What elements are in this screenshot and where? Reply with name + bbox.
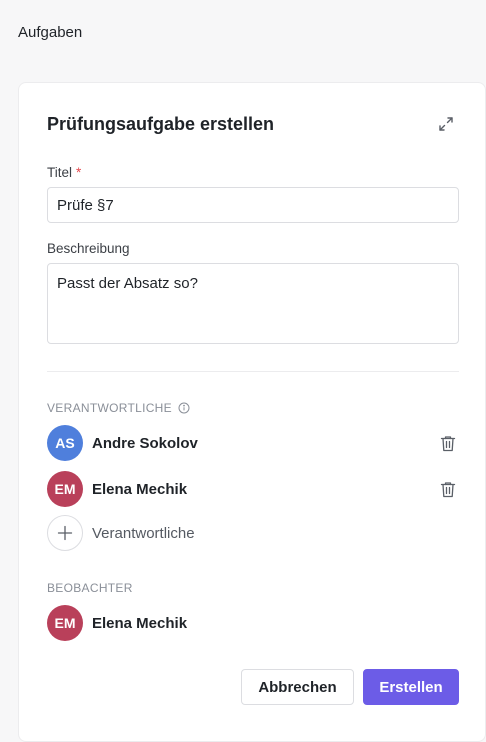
description-input[interactable]: Passt der Absatz so?	[47, 263, 459, 344]
expand-arrows-icon	[439, 117, 453, 131]
description-label: Beschreibung	[47, 241, 130, 256]
assignee-name: Elena Mechik	[92, 480, 188, 498]
observer-row: EM Elena Mechik	[47, 605, 459, 641]
add-assignee-label[interactable]: Verantwortliche	[92, 525, 195, 542]
dialog-title: Prüfungsaufgabe erstellen	[47, 114, 275, 134]
title-label-text: Titel	[47, 165, 73, 180]
create-button[interactable]: Erstellen	[363, 669, 459, 705]
observer-name: Elena Mechik	[92, 614, 188, 632]
assignee-name: Andre Sokolov	[92, 434, 198, 452]
avatar: EM	[47, 471, 83, 507]
page-heading: Aufgaben	[18, 24, 83, 41]
observers-section-label: BEOBACHTER	[47, 581, 133, 595]
assignees-section-label: VERANTWORTLICHE	[47, 401, 172, 415]
avatar: AS	[47, 425, 83, 461]
required-marker: *	[76, 165, 82, 180]
remove-assignee-button[interactable]	[437, 478, 459, 500]
add-assignee-row[interactable]: Verantwortliche	[47, 515, 459, 551]
assignees-section-title: VERANTWORTLICHE	[47, 401, 190, 415]
remove-assignee-button[interactable]	[437, 432, 459, 454]
trash-icon	[440, 435, 456, 451]
title-label: Titel *	[47, 165, 81, 180]
cancel-button[interactable]: Abbrechen	[241, 669, 354, 705]
section-divider	[47, 371, 459, 372]
assignee-row: AS Andre Sokolov	[47, 425, 459, 461]
create-task-dialog: Prüfungsaufgabe erstellen Titel* Beschre…	[18, 82, 486, 742]
observers-section-title: BEOBACHTER	[47, 581, 133, 595]
trash-icon	[440, 481, 456, 497]
plus-icon	[57, 525, 73, 541]
info-icon[interactable]	[178, 402, 190, 414]
title-input[interactable]	[47, 187, 459, 223]
add-assignee-button[interactable]	[47, 515, 83, 551]
assignee-row: EM Elena Mechik	[47, 471, 459, 507]
expand-button[interactable]	[435, 113, 457, 135]
avatar: EM	[47, 605, 83, 641]
